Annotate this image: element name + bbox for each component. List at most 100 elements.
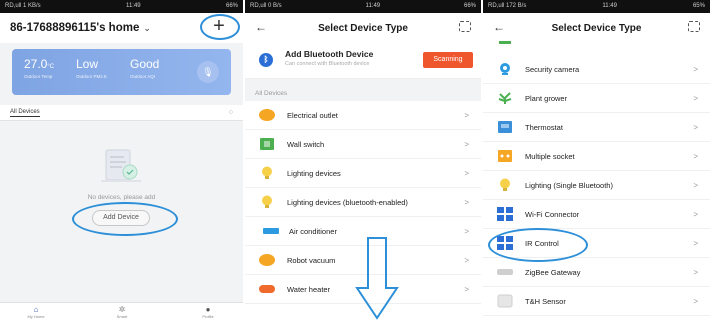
- temp-label: Outdoor Temp: [24, 74, 53, 79]
- status-bar: RD,ull 172 B/s 11:49 65%: [483, 0, 710, 13]
- highlight-circle: [488, 228, 588, 262]
- plant-icon: [498, 92, 512, 104]
- device-type-name: Plant grower: [525, 93, 568, 103]
- outlet-icon: [259, 109, 275, 121]
- chevron-right-icon: >: [464, 197, 469, 207]
- chevron-right-icon: >: [693, 209, 698, 219]
- arrow-down-icon: [355, 237, 399, 320]
- scan-icon[interactable]: [688, 21, 700, 32]
- device-type-list: Security camera > Plant grower > Thermos…: [483, 55, 710, 316]
- device-type-name: Multiple socket: [525, 151, 575, 161]
- status-time: 11:49: [126, 3, 141, 9]
- page-title: Select Device Type: [318, 22, 408, 34]
- device-type-row[interactable]: Multiple socket >: [483, 142, 710, 171]
- device-type-row[interactable]: Plant grower >: [483, 84, 710, 113]
- nav-label: Smart: [116, 314, 128, 319]
- device-type-name: Wi-Fi Connector: [525, 209, 580, 219]
- home-icon: ⌂: [33, 305, 39, 314]
- nav-smart[interactable]: ✲ Smart: [102, 305, 142, 319]
- highlight-circle: [72, 202, 178, 236]
- device-type-name: Security camera: [525, 64, 580, 74]
- device-type-row[interactable]: Thermostat >: [483, 113, 710, 142]
- empty-devices-illustration: [101, 149, 141, 182]
- device-type-row[interactable]: Wi-Fi Connector >: [483, 200, 710, 229]
- scan-icon[interactable]: [459, 21, 471, 32]
- device-type-name: Wall switch: [287, 139, 325, 149]
- weather-temp: 27.0°C Outdoor Temp: [24, 57, 54, 79]
- camera-icon: [500, 63, 510, 75]
- status-battery: 65%: [692, 3, 705, 9]
- device-type-row[interactable]: Wall switch >: [245, 130, 481, 159]
- more-options-icon[interactable]: ○: [229, 109, 233, 116]
- nav-profile[interactable]: ● Profile: [188, 305, 228, 319]
- chevron-right-icon: >: [464, 284, 469, 294]
- home-screen: RD,ull 1 KB/s 11:49 66% 86-17688896115's…: [0, 0, 243, 320]
- device-type-row[interactable]: Security camera >: [483, 55, 710, 84]
- tab-all-devices[interactable]: All Devices: [10, 109, 40, 117]
- temp-unit: °C: [47, 64, 55, 70]
- sensor-icon: [497, 294, 513, 308]
- socket-icon: [498, 150, 512, 162]
- temp-value: 27.0: [24, 57, 48, 71]
- add-bluetooth-row[interactable]: ᛒ Add Bluetooth Device Can connect with …: [245, 43, 481, 79]
- sun-icon: ✲: [118, 305, 126, 314]
- device-type-name: Robot vacuum: [287, 255, 336, 265]
- device-type-name: Lighting (Single Bluetooth): [525, 180, 613, 190]
- status-network: RD,ull 172 B/s: [488, 3, 527, 9]
- bulb-icon: [262, 166, 272, 179]
- nav-label: Profile: [202, 314, 214, 319]
- device-type-name: Thermostat: [525, 122, 563, 132]
- device-type-name: ZigBee Gateway: [525, 267, 581, 277]
- empty-devices-text: No devices, please add: [87, 194, 156, 201]
- bulb-icon: [500, 178, 510, 191]
- device-type-name: T&H Sensor: [525, 296, 566, 306]
- microphone-icon[interactable]: 🎙: [197, 61, 219, 83]
- nav-my-home[interactable]: ⌂ My Home: [16, 305, 56, 319]
- status-time: 11:49: [365, 3, 381, 9]
- status-network: RD,ull 1 KB/s: [5, 3, 41, 9]
- weather-pm: Low Outdoor PM2.5: [76, 57, 107, 79]
- switch-icon: [260, 138, 274, 150]
- back-arrow-icon[interactable]: ←: [493, 20, 505, 34]
- device-type-row[interactable]: Lighting devices >: [245, 159, 481, 188]
- devices-tab-bar: All Devices ○: [0, 105, 243, 121]
- chevron-right-icon: >: [693, 93, 698, 103]
- device-type-row[interactable]: ZigBee Gateway >: [483, 258, 710, 287]
- add-device-plus-button[interactable]: +: [209, 16, 229, 37]
- wifi-connector-icon: [497, 207, 513, 221]
- ac-icon: [263, 228, 279, 234]
- status-network: RD,ull 0 B/s: [250, 3, 282, 9]
- gateway-icon: [497, 269, 513, 275]
- chevron-down-icon[interactable]: ⌄: [143, 23, 151, 34]
- back-arrow-icon[interactable]: ←: [255, 20, 267, 34]
- status-time: 11:49: [602, 3, 617, 9]
- partial-device-icon: [499, 41, 511, 44]
- nav-header: ← Select Device Type: [483, 13, 710, 43]
- device-type-row[interactable]: T&H Sensor >: [483, 287, 710, 316]
- list-item-partial: [483, 41, 710, 55]
- device-type-row[interactable]: Lighting (Single Bluetooth) >: [483, 171, 710, 200]
- aqi-value: Good: [130, 57, 160, 71]
- chevron-right-icon: >: [464, 139, 469, 149]
- aqi-label: Outdoor AQI: [130, 74, 156, 79]
- nav-header: ← Select Device Type: [245, 13, 481, 43]
- page-title: Select Device Type: [551, 22, 642, 34]
- bluetooth-icon: ᛒ: [259, 53, 273, 67]
- device-type-name: Water heater: [287, 284, 331, 294]
- chevron-right-icon: >: [693, 122, 698, 132]
- device-type-row[interactable]: Electrical outlet >: [245, 101, 481, 130]
- profile-icon: ●: [205, 305, 211, 314]
- chevron-right-icon: >: [464, 226, 469, 236]
- select-device-screen-1: RD,ull 0 B/s 11:49 66% ← Select Device T…: [245, 0, 481, 320]
- home-title[interactable]: 86-17688896115's home: [10, 22, 139, 34]
- scanning-button[interactable]: Scanning: [423, 52, 473, 68]
- device-type-row[interactable]: Lighting devices (bluetooth-enabled) >: [245, 188, 481, 217]
- bottom-nav: ⌂ My Home ✲ Smart ● Profile: [0, 302, 243, 320]
- status-battery: 66%: [225, 3, 238, 9]
- status-bar: RD,ull 0 B/s 11:49 66%: [245, 0, 481, 13]
- heater-icon: [259, 285, 275, 293]
- device-type-name: Lighting devices: [287, 168, 341, 178]
- chevron-right-icon: >: [464, 168, 469, 178]
- select-device-screen-2: RD,ull 172 B/s 11:49 65% ← Select Device…: [483, 0, 710, 320]
- device-type-name: Electrical outlet: [287, 110, 338, 120]
